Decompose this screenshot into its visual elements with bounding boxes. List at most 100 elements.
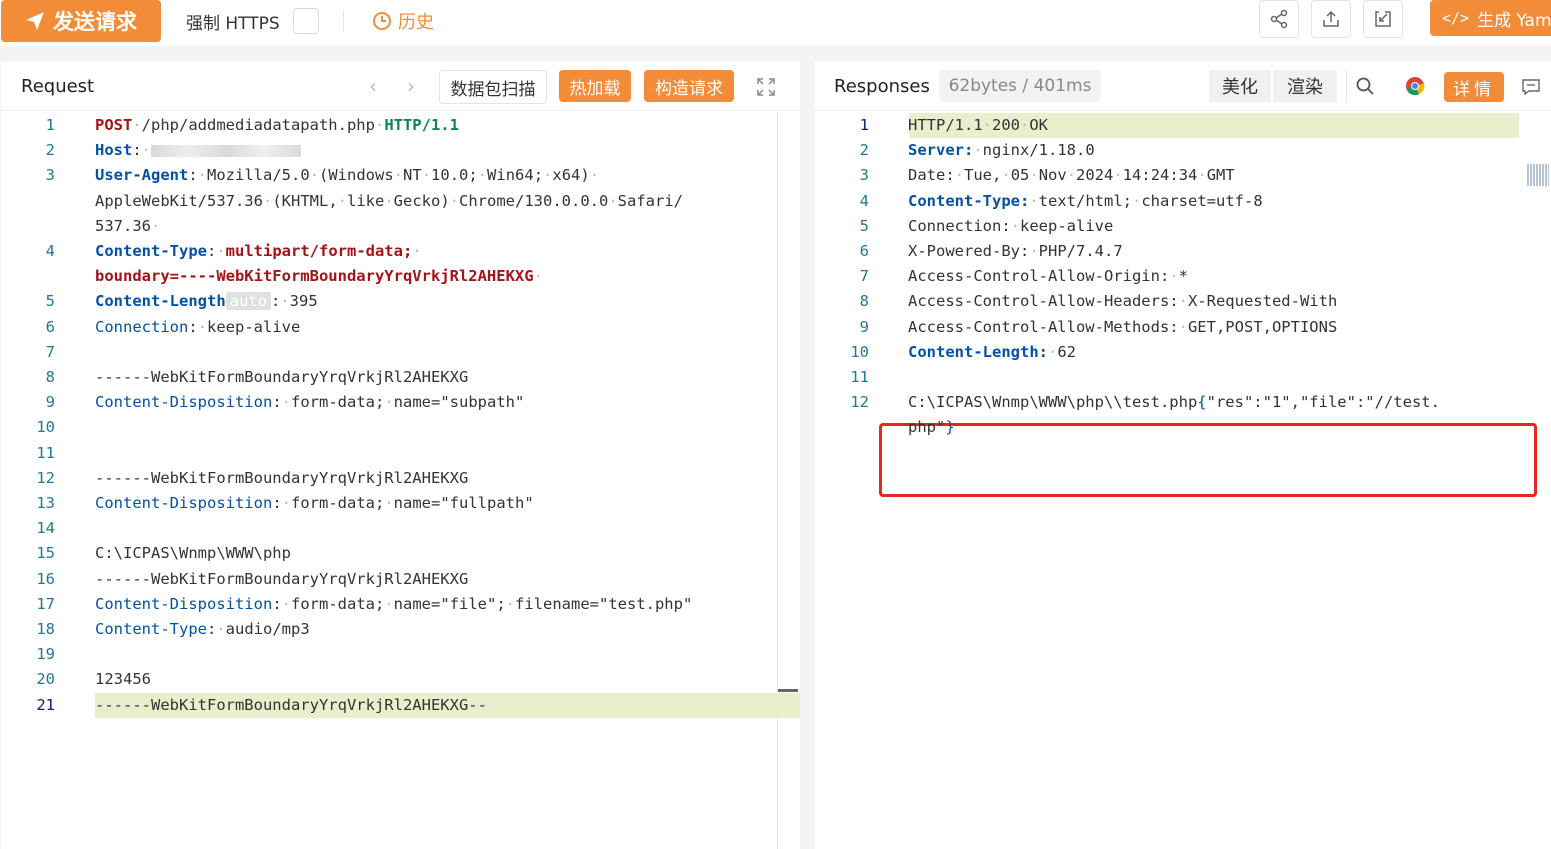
request-header: Request ‹ › 数据包扫描 热加载 构造请求 xyxy=(1,62,800,111)
import-button[interactable] xyxy=(1363,0,1403,38)
code-line: Date:·Tue,·05·Nov·2024·14:24:34·GMT xyxy=(908,163,1235,188)
search-icon xyxy=(1356,77,1374,95)
whitespace-marker: · xyxy=(421,166,432,185)
whitespace-marker: · xyxy=(533,267,543,286)
whitespace-marker: · xyxy=(543,166,553,185)
hot-load-button[interactable]: 热加载 xyxy=(559,70,631,102)
code-token: Content-Disposition xyxy=(95,393,273,412)
request-editor[interactable]: 1 POST·/php/addmediadatapath.php·HTTP/1.1… xyxy=(1,112,800,849)
packet-scan-button[interactable]: 数据包扫描 xyxy=(439,70,547,104)
code-token: Content-Length xyxy=(95,292,226,311)
generate-yaml-button[interactable]: </> 生成 Yam xyxy=(1430,0,1551,36)
code-token: : xyxy=(206,620,217,638)
code-token: 62 xyxy=(1057,342,1076,361)
whitespace-marker: · xyxy=(412,242,422,260)
line-number: 16 xyxy=(36,569,55,588)
whitespace-marker: · xyxy=(281,393,291,412)
whitespace-marker: · xyxy=(505,594,515,613)
upload-icon xyxy=(1323,10,1339,27)
construct-request-button[interactable]: 构造请求 xyxy=(644,70,734,102)
chrome-icon[interactable] xyxy=(1405,76,1425,96)
code-token: Gecko) xyxy=(393,191,450,210)
code-token: User-Agent xyxy=(95,166,189,185)
response-title: Responses xyxy=(834,76,930,97)
line-number: 8 xyxy=(859,292,869,311)
send-request-button[interactable]: 发送请求 xyxy=(1,0,161,42)
line-number: 2 xyxy=(45,141,55,160)
line-number: 6 xyxy=(45,317,55,336)
code-line: 123456 xyxy=(95,667,151,692)
code-token: : xyxy=(206,242,217,260)
send-icon xyxy=(26,12,44,30)
whitespace-marker: · xyxy=(1029,191,1039,210)
line-number: 9 xyxy=(45,393,55,412)
whitespace-marker: · xyxy=(449,191,460,210)
code-token: Connection xyxy=(95,317,189,336)
code-token: 200 xyxy=(992,116,1020,134)
code-token: form-data; xyxy=(291,594,385,613)
comment-icon[interactable] xyxy=(1522,78,1540,96)
expand-icon[interactable] xyxy=(757,78,775,96)
line-number: 15 xyxy=(36,544,55,563)
redacted-host xyxy=(151,144,302,157)
whitespace-marker: · xyxy=(1047,342,1058,361)
line-number: 11 xyxy=(36,443,55,462)
code-line: Access-Control-Allow-Headers:·X-Requeste… xyxy=(908,289,1337,314)
response-editor[interactable]: 1 HTTP/1.1·200·OK 2 Server:·nginx/1.18.0 3 Da… xyxy=(815,112,1551,849)
whitespace-marker: · xyxy=(982,116,992,134)
code-token: form-data; xyxy=(291,393,385,412)
code-token: like xyxy=(347,191,385,210)
details-button[interactable]: 详情 xyxy=(1444,72,1504,102)
request-scrollbar[interactable] xyxy=(777,112,778,849)
code-token: Content-Length: xyxy=(908,342,1048,361)
response-minimap[interactable] xyxy=(1527,164,1549,186)
search-button[interactable] xyxy=(1346,70,1383,102)
code-line: Server:·nginx/1.18.0 xyxy=(908,138,1095,163)
line-number: 5 xyxy=(859,216,869,235)
whitespace-marker: · xyxy=(337,191,347,210)
code-token: Date: xyxy=(908,166,955,185)
top-toolbar: 发送请求 强制 HTTPS 历史 </> 生成 Yam xyxy=(0,0,1551,46)
code-line: Access-Control-Allow-Origin:·* xyxy=(908,264,1188,289)
code-line: X-Powered-By:·PHP/7.4.7 xyxy=(908,239,1123,264)
chevron-left-icon[interactable]: ‹ xyxy=(369,74,377,98)
force-https-label: 强制 HTTPS xyxy=(186,14,280,34)
request-title: Request xyxy=(21,76,95,97)
render-button[interactable]: 渲染 xyxy=(1273,70,1337,102)
line-number: 6 xyxy=(859,242,869,260)
whitespace-marker: · xyxy=(393,166,404,185)
code-line: Content-Type:·multipart/form-data;· xyxy=(95,239,422,264)
line-number: 2 xyxy=(859,141,869,160)
code-token: name="subpath" xyxy=(393,393,525,412)
code-token: nginx/1.18.0 xyxy=(982,141,1095,160)
code-token: boundary=----WebKitFormBoundaryYrqVrkjRl… xyxy=(95,267,534,286)
chevron-right-icon[interactable]: › xyxy=(407,74,415,98)
code-line: HTTP/1.1·200·OK xyxy=(908,113,1048,138)
whitespace-marker: · xyxy=(1178,317,1188,336)
code-token: Host xyxy=(95,141,133,160)
code-line: AppleWebKit/537.36·(KHTML,·like·Gecko)·C… xyxy=(95,189,683,214)
code-token: Mozilla/5.0 xyxy=(207,166,310,185)
code-token: GMT xyxy=(1206,166,1235,185)
code-token: : xyxy=(272,594,282,613)
line-number: 19 xyxy=(36,645,55,664)
beautify-button[interactable]: 美化 xyxy=(1209,70,1271,102)
code-token: Chrome/130.0.0.0 xyxy=(459,191,609,210)
code-token: Content-Disposition xyxy=(95,494,273,512)
code-token: php" xyxy=(908,418,946,437)
line-number: 9 xyxy=(859,317,869,336)
generate-yaml-label: 生成 Yam xyxy=(1477,10,1551,31)
send-request-label: 发送请求 xyxy=(53,10,137,34)
code-token: : xyxy=(270,292,281,311)
share-button[interactable] xyxy=(1259,0,1299,38)
code-line: Content-Disposition:·form-data;·name="fi… xyxy=(95,592,692,617)
export-button[interactable] xyxy=(1311,0,1351,38)
history-button[interactable]: 历史 xyxy=(372,8,434,34)
whitespace-marker: · xyxy=(197,317,208,336)
whitespace-marker: · xyxy=(281,594,291,613)
line-number: 21 xyxy=(36,695,55,714)
force-https-checkbox[interactable] xyxy=(293,8,319,34)
line-number: 13 xyxy=(36,494,55,512)
whitespace-marker: · xyxy=(141,141,152,160)
code-token: C:\ICPAS\Wnmp\WWW\php xyxy=(95,544,291,563)
